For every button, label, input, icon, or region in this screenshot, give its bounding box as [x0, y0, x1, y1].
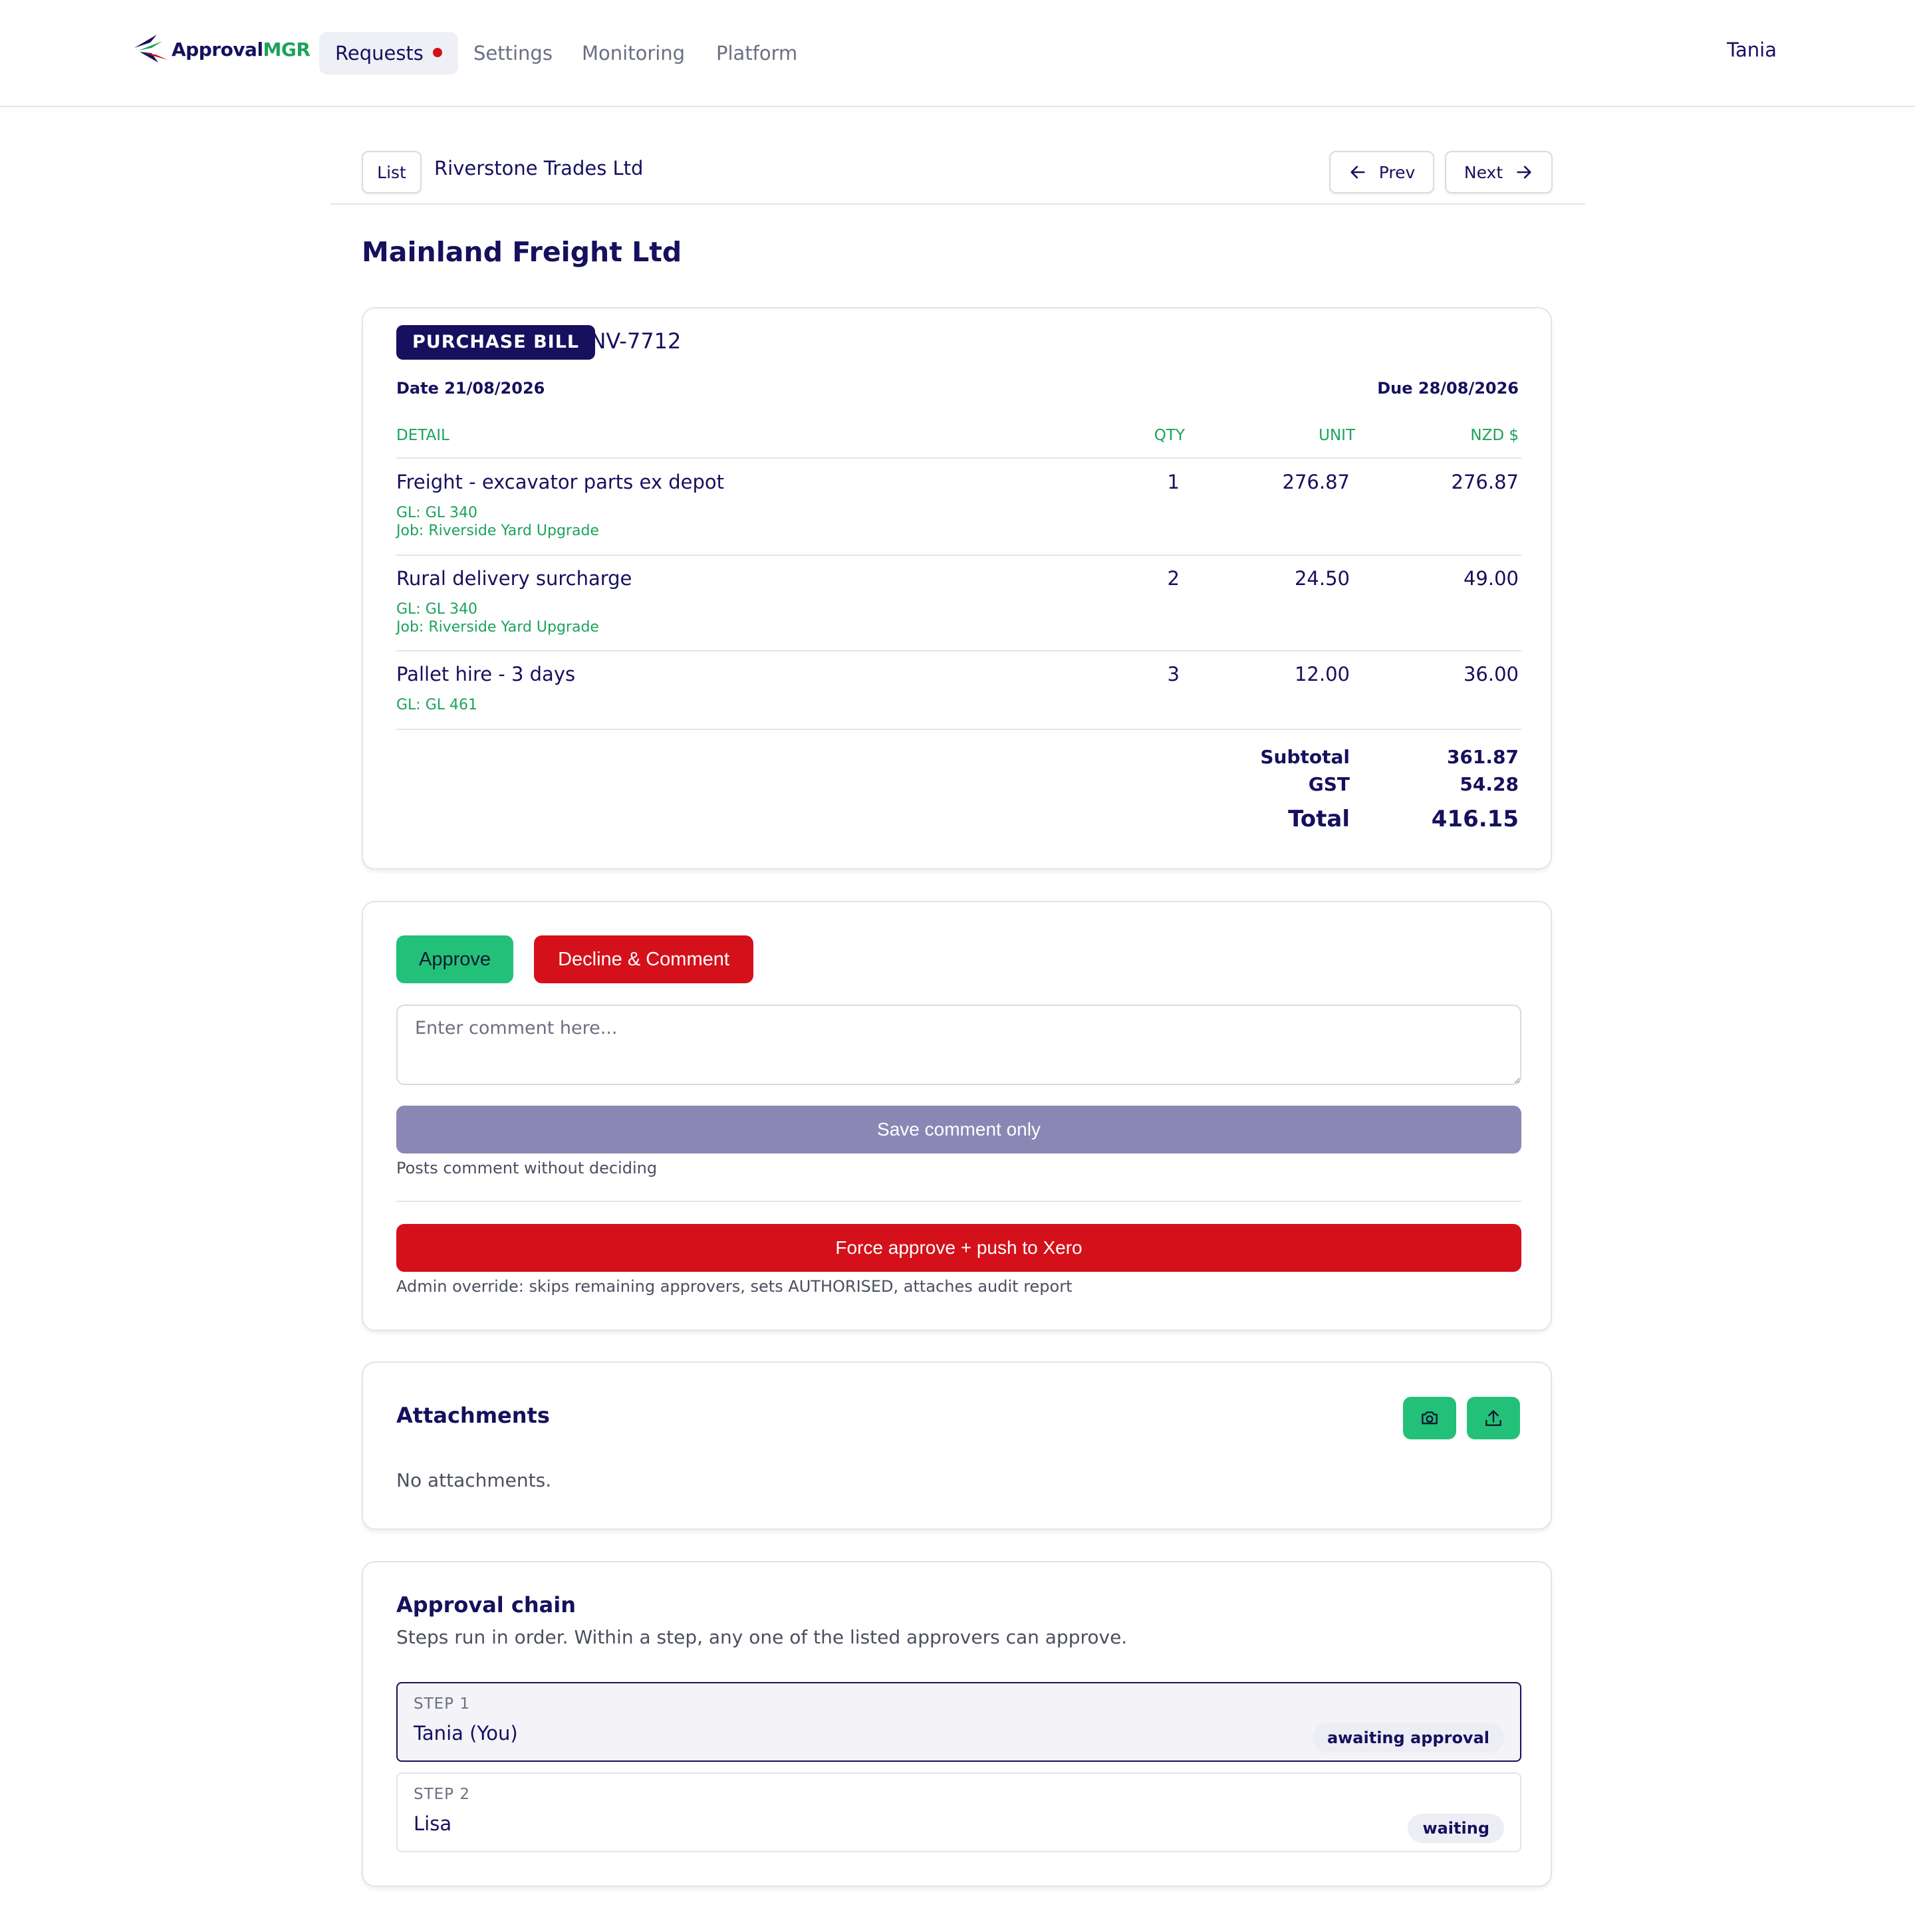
bill-date: Date 21/08/2026	[396, 379, 545, 398]
nav-settings[interactable]: Settings	[457, 32, 569, 74]
status-badge: awaiting approval	[1312, 1723, 1504, 1752]
list-button[interactable]: List	[362, 151, 422, 193]
line-description: Rural delivery surcharge	[396, 567, 632, 590]
divider	[396, 1201, 1521, 1202]
total-label: Total	[1288, 806, 1350, 832]
step-label: STEP 1	[414, 1695, 470, 1713]
nav-requests[interactable]: Requests	[319, 32, 458, 74]
next-button[interactable]: Next	[1445, 151, 1553, 193]
tax-value: 54.28	[1460, 773, 1519, 795]
force-approve-button[interactable]: Force approve + push to Xero	[396, 1224, 1521, 1272]
line-qty: 1	[1167, 471, 1180, 493]
column-header-amount: NZD $	[1470, 427, 1519, 444]
line-gl: GL: GL 340	[396, 505, 477, 521]
line-amount: 276.87	[1451, 471, 1519, 493]
bill-number: INV-7712	[584, 328, 682, 354]
camera-button[interactable]	[1403, 1397, 1456, 1439]
line-description: Pallet hire - 3 days	[396, 663, 576, 685]
breadcrumb: List Riverstone Trades Ltd Prev Next	[330, 146, 1585, 205]
user-menu[interactable]: Tania	[1727, 39, 1777, 61]
next-button-label: Next	[1464, 162, 1503, 182]
line-description: Freight - excavator parts ex depot	[396, 471, 724, 493]
nav-platform[interactable]: Platform	[700, 32, 813, 74]
attachments-empty-text: No attachments.	[396, 1469, 552, 1491]
approvalmgr-logo[interactable]: ApprovalMGR	[132, 29, 311, 69]
approval-step: STEP 2 Lisa waiting	[396, 1772, 1521, 1852]
column-header-detail: DETAIL	[396, 427, 449, 444]
prev-button-label: Prev	[1378, 162, 1416, 182]
line-job: Job: Riverside Yard Upgrade	[396, 523, 599, 539]
total-value: 416.15	[1431, 806, 1519, 832]
logo-text-approval: Approval	[172, 38, 263, 60]
arrow-left-icon	[1350, 166, 1365, 179]
upload-icon	[1485, 1410, 1501, 1426]
notification-dot	[432, 48, 442, 57]
save-comment-hint: Posts comment without deciding	[396, 1159, 658, 1177]
nav-requests-label: Requests	[335, 42, 424, 64]
camera-icon	[1422, 1411, 1438, 1425]
subtotal-label: Subtotal	[1260, 746, 1350, 768]
decision-card: Approve Decline & Comment Save comment o…	[362, 901, 1552, 1331]
column-header-unit: UNIT	[1319, 427, 1355, 444]
list-button-label: List	[377, 162, 406, 182]
top-navigation-bar: ApprovalMGR Requests Settings Monitoring…	[0, 0, 1915, 107]
divider	[396, 650, 1521, 652]
comment-input[interactable]	[396, 1005, 1521, 1085]
nav-monitoring[interactable]: Monitoring	[566, 32, 701, 74]
column-header-qty: QTY	[1154, 427, 1185, 444]
divider	[396, 554, 1521, 556]
step-approver: Lisa	[414, 1812, 452, 1835]
approval-step: STEP 1 Tania (You) awaiting approval	[396, 1682, 1521, 1762]
divider	[396, 457, 1521, 459]
decline-comment-button[interactable]: Decline & Comment	[534, 935, 753, 983]
bill-card: PURCHASE BILL INV-7712 Date 21/08/2026 D…	[362, 307, 1552, 870]
approve-button[interactable]: Approve	[396, 935, 513, 983]
line-job: Job: Riverside Yard Upgrade	[396, 619, 599, 636]
tax-label: GST	[1308, 773, 1350, 795]
page-title: Mainland Freight Ltd	[362, 236, 682, 268]
bill-due-date: Due 28/08/2026	[1377, 379, 1519, 398]
subtotal-value: 361.87	[1446, 746, 1519, 768]
breadcrumb-current: Riverstone Trades Ltd	[434, 157, 644, 180]
line-qty: 2	[1167, 567, 1180, 590]
line-amount: 36.00	[1463, 663, 1519, 685]
status-badge: waiting	[1408, 1814, 1504, 1843]
save-comment-button[interactable]: Save comment only	[396, 1106, 1521, 1153]
approval-chain-title: Approval chain	[396, 1592, 576, 1618]
line-unit: 12.00	[1294, 663, 1350, 685]
approval-chain-card: Approval chain Steps run in order. Withi…	[362, 1561, 1552, 1887]
attachments-title: Attachments	[396, 1403, 550, 1428]
arrow-right-icon	[1517, 166, 1531, 179]
attachments-card: Attachments No attachments.	[362, 1362, 1552, 1530]
line-unit: 276.87	[1282, 471, 1350, 493]
step-label: STEP 2	[414, 1786, 470, 1803]
upload-button[interactable]	[1467, 1397, 1520, 1439]
line-qty: 3	[1167, 663, 1180, 685]
bill-type-badge: PURCHASE BILL	[396, 325, 596, 360]
logo-mark-icon	[134, 35, 168, 62]
logo-text-mgr: MGR	[263, 38, 311, 60]
line-gl: GL: GL 461	[396, 697, 477, 713]
prev-button[interactable]: Prev	[1329, 151, 1434, 193]
line-unit: 24.50	[1294, 567, 1350, 590]
line-amount: 49.00	[1463, 567, 1519, 590]
approval-chain-subtitle: Steps run in order. Within a step, any o…	[396, 1626, 1128, 1648]
divider	[396, 729, 1521, 730]
line-gl: GL: GL 340	[396, 601, 477, 618]
force-approve-hint: Admin override: skips remaining approver…	[396, 1277, 1073, 1296]
step-approver: Tania (You)	[414, 1722, 518, 1745]
